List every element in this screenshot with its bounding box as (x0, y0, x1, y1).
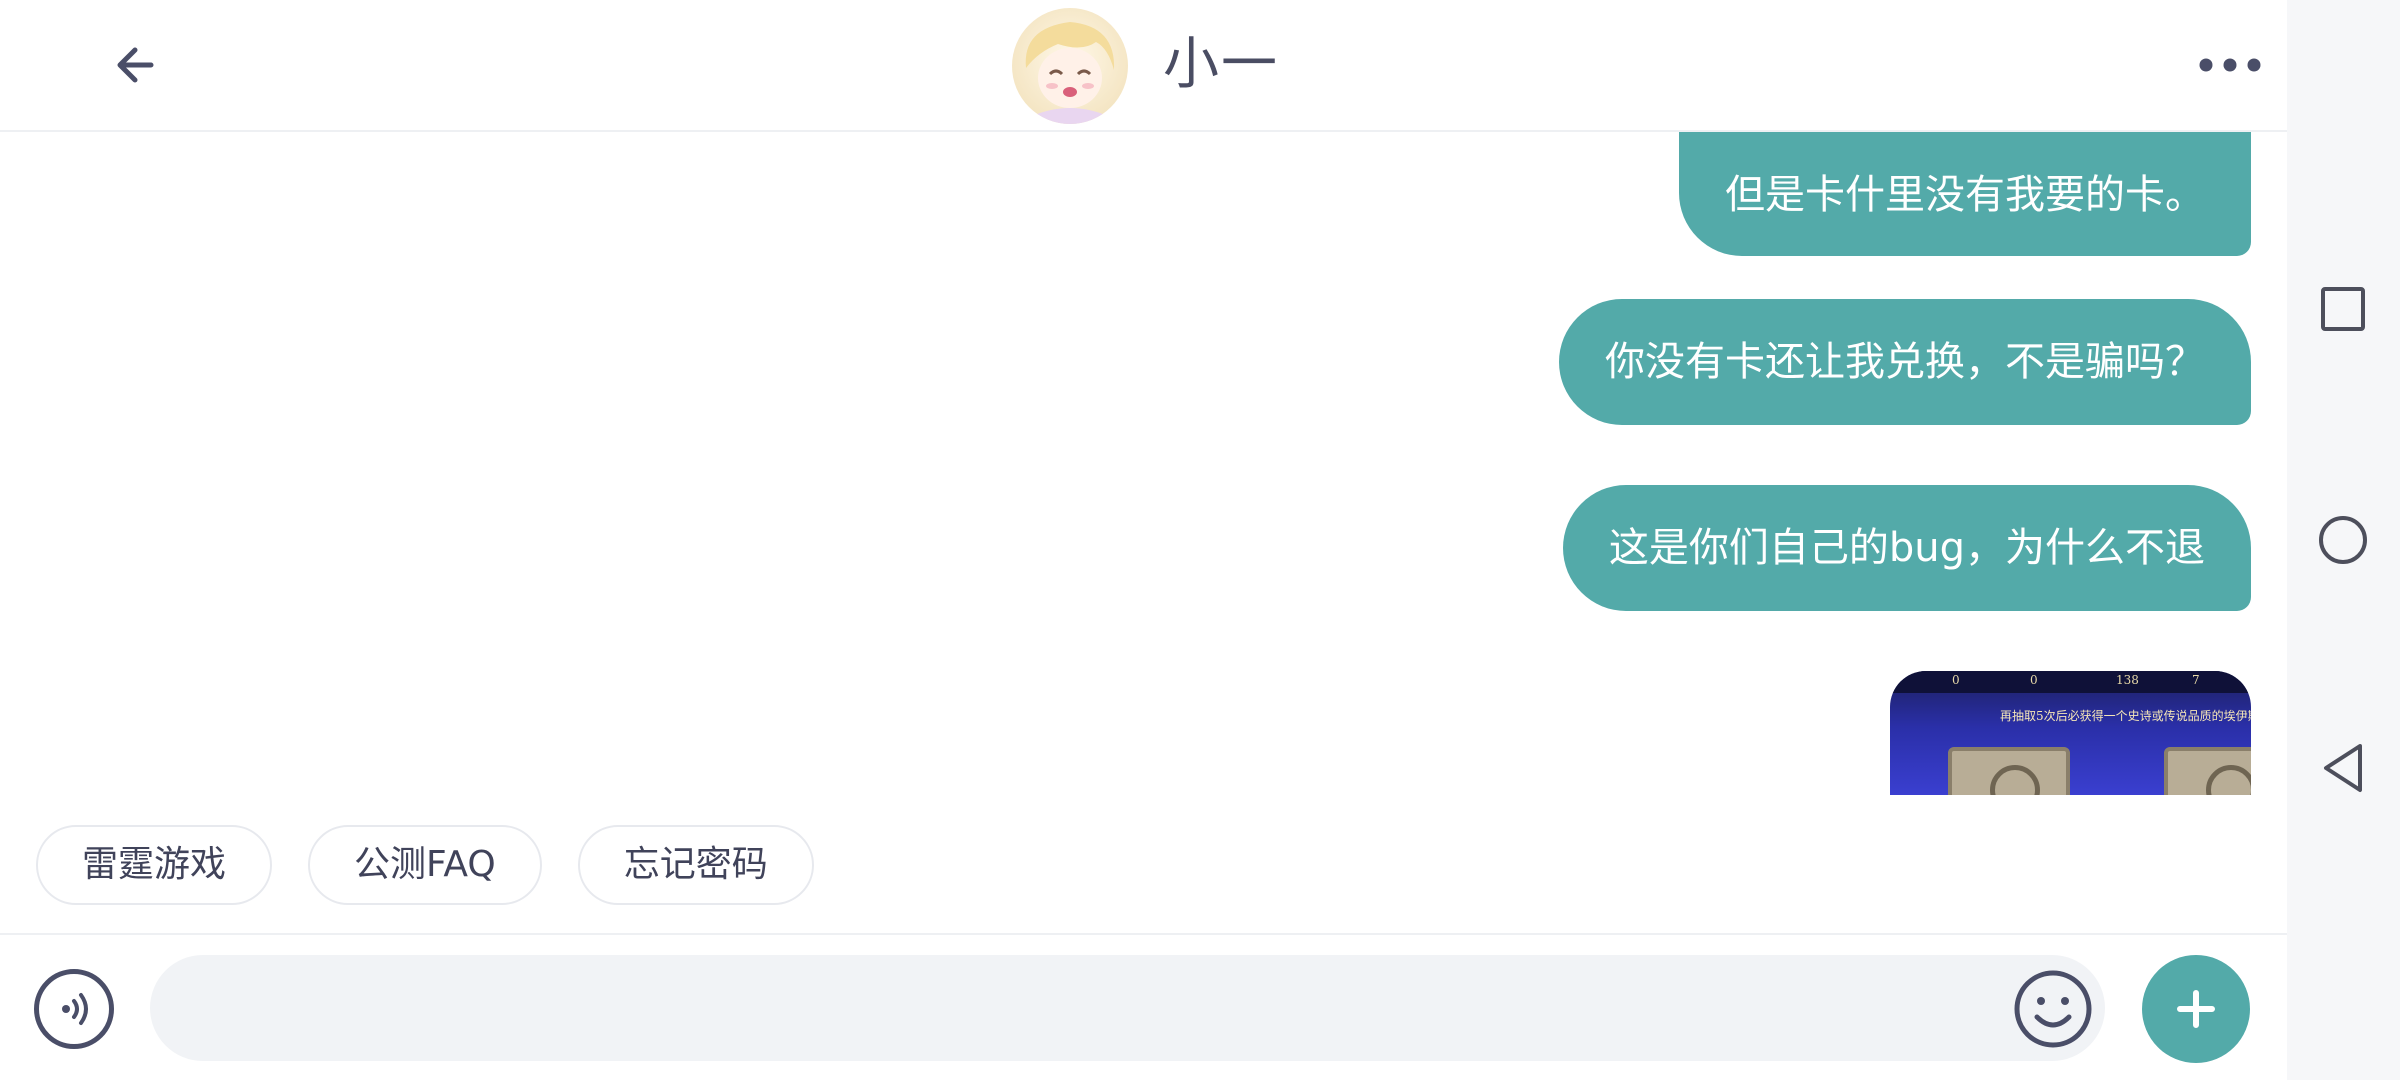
system-nav-bar (2287, 0, 2400, 1080)
voice-icon (62, 993, 88, 1025)
avatar-anime-girl-image (1012, 8, 1128, 124)
quick-reply-chip[interactable]: 雷霆游戏 (36, 825, 273, 905)
plus-icon (2177, 990, 2215, 1028)
more-options-button[interactable] (2190, 40, 2270, 90)
message-bubble[interactable]: 但是卡什里没有我要的卡。 (1679, 132, 2251, 256)
circle-icon (2319, 516, 2367, 564)
message-list[interactable]: 但是卡什里没有我要的卡。 你没有卡还让我兑换，不是骗吗？ 这是你们自己的bug，… (0, 132, 2287, 795)
chat-screen: 小一 但是卡什里没有我要的卡。 你没有卡还让我兑换，不是骗吗？ 这是你们自己的b… (0, 0, 2287, 1080)
message-bubble[interactable]: 你没有卡还让我兑换，不是骗吗？ (1559, 299, 2251, 425)
smiley-icon (2014, 970, 2092, 1048)
voice-input-button[interactable] (34, 969, 114, 1049)
game-stats-bar: 0 0 138 7 (1890, 671, 2251, 693)
square-icon (2321, 287, 2365, 331)
quick-reply-chip[interactable]: 忘记密码 (577, 825, 814, 905)
card-back-image (2164, 747, 2251, 795)
quick-reply-chip[interactable]: 公测FAQ (308, 825, 542, 905)
arrow-left-icon (117, 47, 154, 83)
stat-value: 7 (2192, 673, 2200, 687)
app-root: 小一 但是卡什里没有我要的卡。 你没有卡还让我兑换，不是骗吗？ 这是你们自己的b… (0, 0, 2400, 1080)
quick-replies: 雷霆游戏 公测FAQ 忘记密码 (36, 825, 814, 905)
home-button[interactable] (2313, 510, 2373, 570)
page-title: 小一 (1163, 32, 1279, 97)
add-attachment-button[interactable] (2142, 955, 2250, 1063)
stat-value: 138 (2116, 673, 2139, 687)
stat-value: 0 (1952, 673, 1960, 687)
back-button[interactable] (100, 30, 170, 100)
image-message[interactable]: 0 0 138 7 再抽取5次后必获得一个史诗或传说品质的埃伊斯之力 (1890, 671, 2251, 795)
message-input[interactable] (150, 955, 2105, 1061)
recent-apps-button[interactable] (2313, 279, 2373, 339)
triangle-back-icon (2324, 744, 2362, 792)
stat-value: 0 (2030, 673, 2038, 687)
game-banner-text: 再抽取5次后必获得一个史诗或传说品质的埃伊斯之力 (2000, 709, 2251, 723)
emoji-button[interactable] (2013, 969, 2093, 1049)
chat-header: 小一 (0, 0, 2287, 132)
more-horizontal-icon (2199, 58, 2261, 72)
system-back-button[interactable] (2313, 738, 2373, 798)
avatar[interactable] (1012, 8, 1128, 124)
message-bubble[interactable]: 这是你们自己的bug，为什么不退 (1562, 485, 2251, 611)
input-bar (0, 933, 2287, 1080)
card-back-image (1948, 747, 2070, 795)
